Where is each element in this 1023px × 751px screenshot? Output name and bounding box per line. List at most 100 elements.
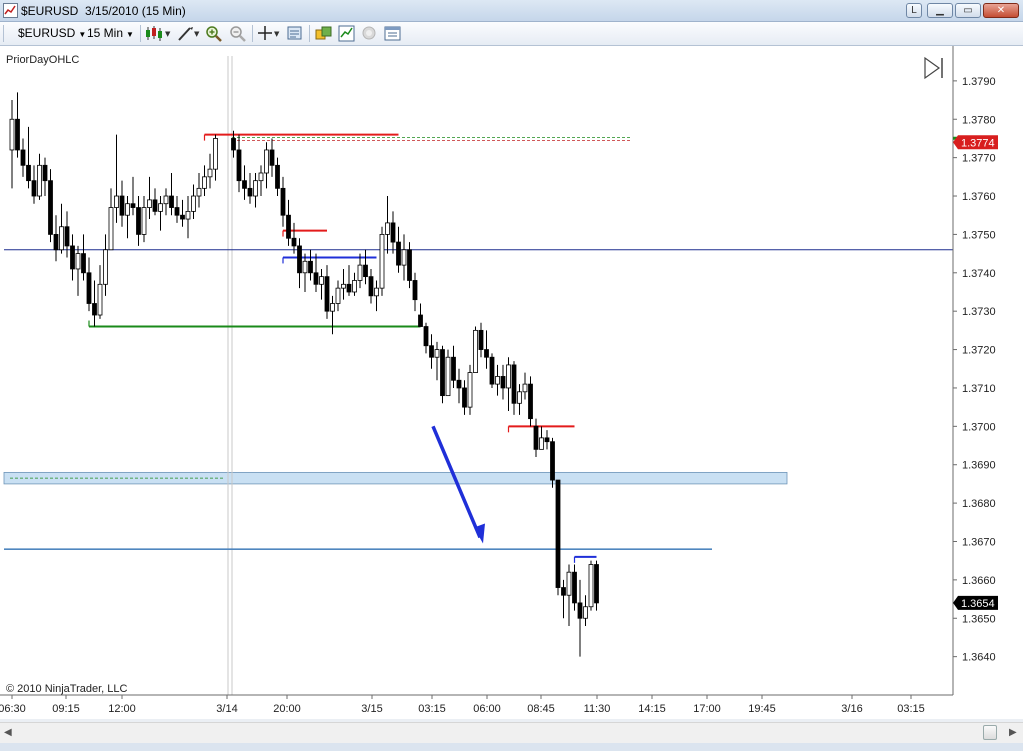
candle-body — [191, 195, 196, 212]
time-tick-label: 11:30 — [584, 703, 611, 715]
candle-body — [473, 329, 478, 373]
horizontal-scrollbar[interactable]: ◀ ▶ — [0, 722, 1023, 743]
candle-body — [308, 260, 313, 274]
candle-body — [594, 564, 599, 604]
candle-body — [196, 187, 202, 197]
candle-body — [352, 280, 357, 293]
candle-body — [53, 234, 59, 251]
close-button[interactable]: ✕ — [983, 3, 1019, 18]
link-button[interactable]: L — [906, 3, 922, 18]
scroll-right-icon[interactable]: ▶ — [1009, 727, 1017, 738]
zoom-out-icon[interactable] — [228, 24, 248, 43]
candle-body — [429, 345, 434, 358]
time-tick-label: 03:15 — [897, 703, 925, 715]
ask-price-marker: 1.3774 — [961, 137, 995, 149]
candle-body — [500, 376, 506, 389]
candle-body — [213, 138, 218, 170]
candle-body — [368, 276, 374, 297]
svg-text:▼: ▼ — [274, 30, 280, 38]
chart-app-icon — [3, 3, 18, 18]
candle-body — [97, 283, 103, 316]
candle-body — [81, 253, 86, 274]
candle-body — [330, 303, 335, 312]
time-tick-label: 09:15 — [52, 703, 80, 715]
zoom-in-icon[interactable] — [204, 24, 224, 43]
candle-body — [445, 356, 451, 397]
candle-body — [478, 329, 484, 350]
last-price-marker: 1.3654 — [961, 598, 995, 610]
svg-text:▼: ▼ — [165, 30, 171, 38]
candle-body — [42, 164, 48, 182]
candle-body — [583, 606, 588, 619]
time-tick-label: 3/15 — [361, 703, 382, 715]
candlestick-style-icon[interactable]: ▼ — [144, 24, 172, 43]
instrument-selector[interactable]: $EURUSD ▼ — [18, 25, 86, 42]
candle-body — [319, 276, 324, 285]
candle-body — [511, 364, 517, 404]
indicators-icon[interactable] — [337, 24, 357, 43]
candle-body — [396, 241, 401, 266]
candle-body — [407, 249, 412, 281]
toolbar-grip — [3, 25, 4, 42]
price-chart[interactable]: 1.3790 1.3780 1.3770 1.3760 1.3750 1.3740 1.37… — [0, 46, 1023, 722]
time-tick-label: 06:30 — [0, 703, 26, 715]
candle-body — [37, 164, 42, 197]
candle-body — [103, 249, 108, 285]
price-tick-label: 1.3790 — [962, 76, 996, 88]
candle-body — [247, 187, 253, 197]
candle — [467, 364, 473, 415]
candle-body — [253, 180, 258, 197]
candle-body — [335, 287, 341, 304]
candle-body — [528, 383, 533, 420]
candle-body — [302, 260, 308, 274]
candle-body — [489, 356, 495, 385]
candle-body — [64, 226, 70, 247]
maximize-button[interactable]: ▭ — [955, 3, 981, 18]
candle — [379, 226, 385, 296]
candle-body — [555, 479, 561, 588]
candle-body — [561, 587, 566, 596]
chevron-down-icon: ▼ — [78, 30, 87, 39]
scroll-to-end-icon[interactable] — [918, 54, 948, 84]
data-box-icon[interactable] — [383, 24, 403, 43]
time-tick-label: 12:00 — [108, 703, 136, 715]
candle-body — [158, 203, 163, 212]
scrollbar-thumb[interactable] — [983, 725, 997, 740]
candle-body — [539, 437, 544, 450]
time-tick-label: 06:00 — [473, 703, 501, 715]
properties-icon[interactable] — [285, 24, 305, 43]
price-tick-label: 1.3640 — [962, 652, 996, 664]
strategy-icon[interactable] — [314, 24, 334, 43]
scroll-left-icon[interactable]: ◀ — [4, 727, 12, 738]
window-bottom-edge — [0, 743, 1023, 751]
candle-body — [169, 195, 174, 208]
candle-body — [202, 176, 207, 189]
window-title: $EURUSD 3/15/2010 (15 Min) — [21, 4, 186, 18]
candle-body — [495, 376, 500, 385]
crosshair-icon[interactable]: ▼ — [256, 24, 282, 43]
candle-body — [207, 168, 213, 178]
price-tick-label: 1.3720 — [962, 345, 996, 357]
candle-body — [70, 245, 75, 270]
interval-label: 15 Min — [87, 26, 124, 40]
candle-body — [280, 187, 286, 216]
candle-body — [577, 602, 583, 619]
minimize-button[interactable]: ▁ — [927, 3, 953, 18]
instrument-label: $EURUSD — [18, 26, 76, 40]
title-bar: $EURUSD 3/15/2010 (15 Min) L ▁ ▭ ✕ — [0, 0, 1023, 22]
interval-selector[interactable]: 15 Min ▼ — [87, 25, 134, 42]
candle-body — [462, 387, 467, 408]
candle-body — [346, 283, 352, 293]
candle-body — [401, 249, 407, 266]
candle-body — [163, 195, 169, 205]
candle-body — [9, 118, 15, 151]
drawing-tool-icon[interactable]: ▼ — [176, 24, 202, 43]
price-tick-label: 1.3780 — [962, 114, 996, 126]
candle-body — [264, 149, 269, 174]
candle-body — [108, 207, 114, 251]
candle-body — [412, 280, 418, 301]
time-tick-label: 19:45 — [748, 703, 776, 715]
candle-body — [152, 199, 158, 212]
disabled-circle-icon[interactable] — [360, 24, 380, 43]
price-tick-label: 1.3680 — [962, 498, 996, 510]
